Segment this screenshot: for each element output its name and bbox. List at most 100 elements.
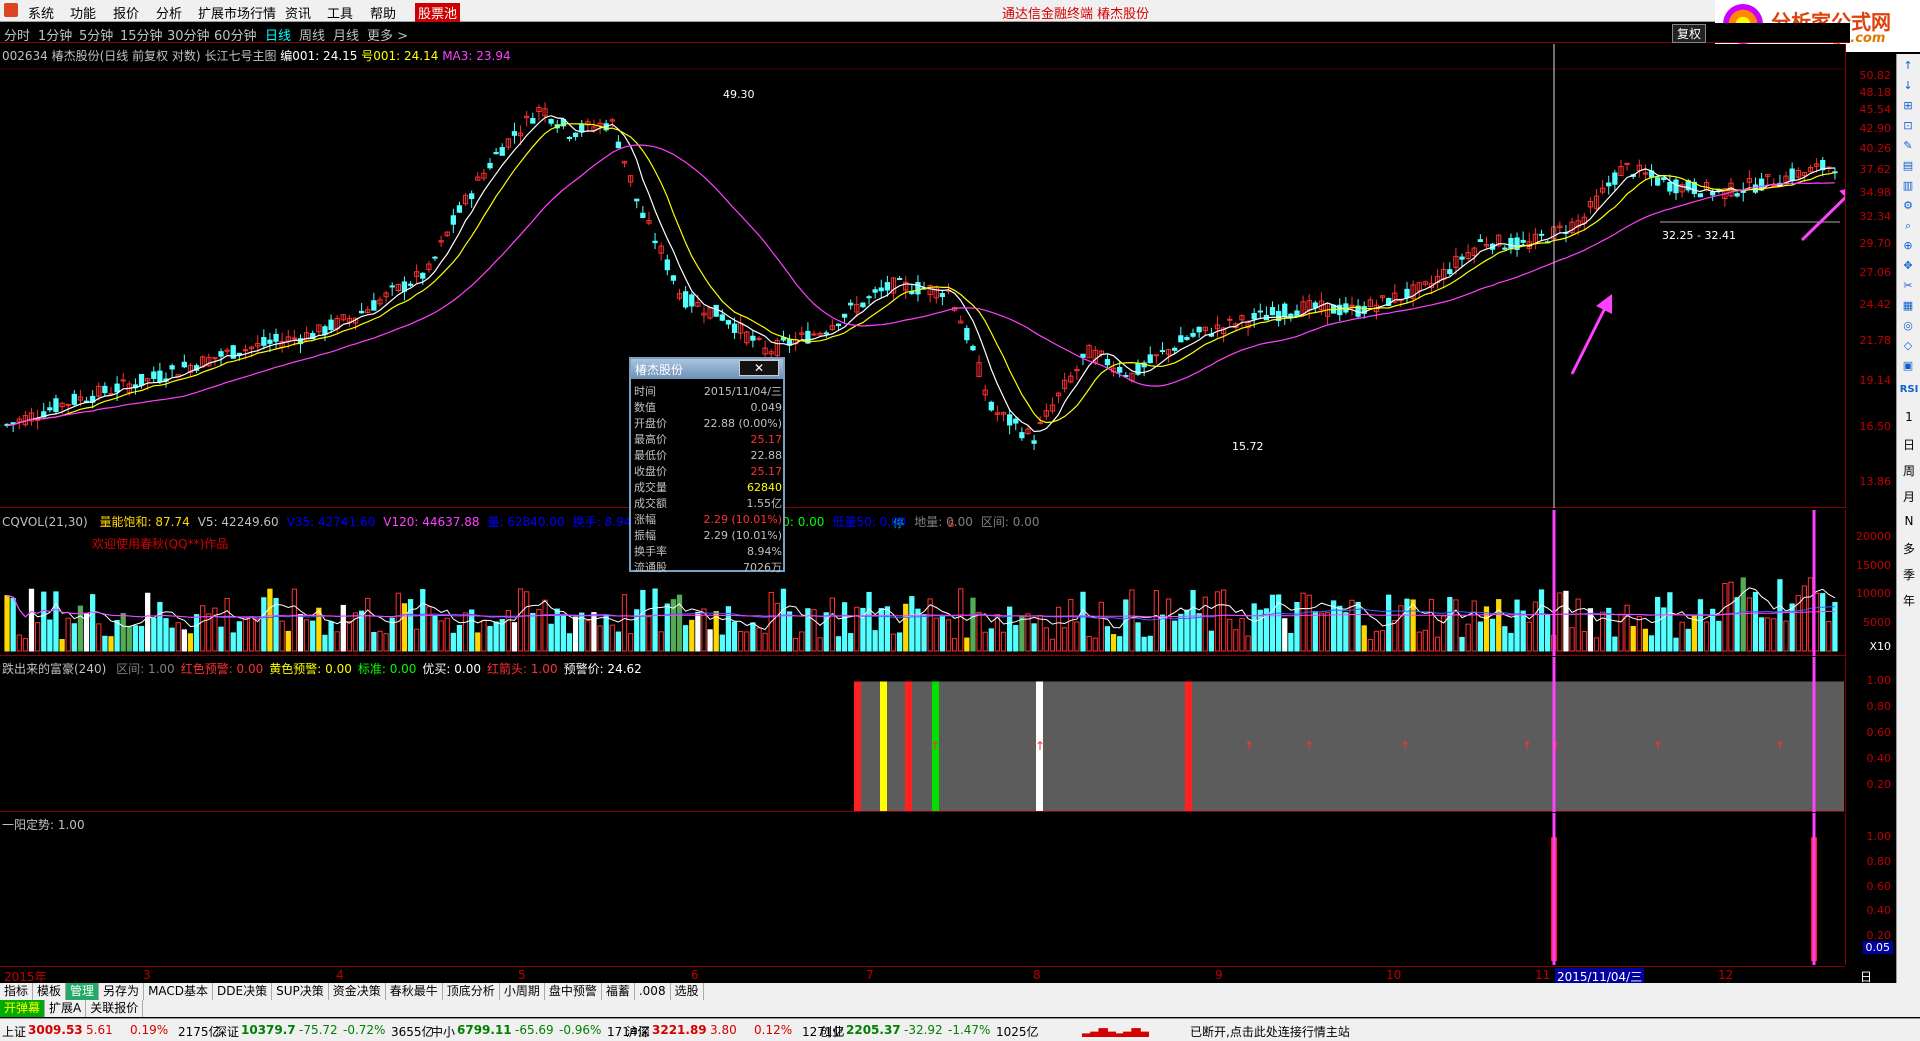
period-15min[interactable]: 15分钟 (120, 25, 163, 44)
price-axis-tick: 34.98 (1859, 185, 1892, 199)
menu-function[interactable]: 功能 (70, 3, 96, 22)
popup-row-value: 22.88 (750, 448, 783, 462)
popup-close-button[interactable]: ✕ (739, 360, 779, 376)
indicator-tab[interactable]: 福蓄 (602, 983, 635, 1000)
candle-body (157, 370, 163, 383)
candle-body (1538, 233, 1545, 236)
period-more[interactable]: 更多 > (367, 25, 408, 44)
volume-bar (273, 597, 279, 652)
period-daily[interactable]: 日线 (265, 25, 291, 44)
price-chart-pane[interactable]: 49.30 15.72 32.25 - 32.41 (0, 44, 1845, 508)
indicator-tab[interactable]: 春秋最牛 (386, 983, 443, 1000)
period-60min[interactable]: 60分钟 (214, 25, 257, 44)
volume-bar (1422, 629, 1428, 652)
toolbar-label-7[interactable]: 季 (1899, 566, 1919, 583)
search-icon[interactable]: ⌕ (1900, 218, 1916, 234)
toolbar-label-4[interactable]: 月 (1899, 488, 1919, 505)
menu-news[interactable]: 资讯 (285, 3, 311, 22)
volume-bar (1013, 625, 1019, 652)
table-icon[interactable]: ▦ (1900, 298, 1916, 314)
grid-icon[interactable]: ⊞ (1900, 98, 1916, 114)
plus-circle-icon[interactable]: ⊕ (1900, 238, 1916, 254)
toolbar-label-8[interactable]: 年 (1899, 592, 1919, 609)
candle-body (1294, 310, 1300, 317)
extra-tab[interactable]: 扩展A (45, 1000, 87, 1017)
candle-body (615, 141, 622, 149)
volume-bar (34, 622, 41, 652)
indicator-tab[interactable]: 盘中预警 (545, 983, 602, 1000)
candle-body (358, 310, 365, 314)
date-axis-label: 5 (518, 968, 526, 982)
period-1min[interactable]: 1分钟 (38, 25, 72, 44)
connection-message[interactable]: 已断开,点击此处连接行情主站 (1190, 1023, 1350, 1040)
menu-quote[interactable]: 报价 (113, 3, 139, 22)
indicator-tab[interactable]: 另存为 (99, 983, 145, 1000)
app-icon[interactable] (4, 3, 18, 17)
indicator-tab[interactable]: DDE决策 (213, 983, 273, 1000)
pen-icon[interactable]: ✎ (1900, 138, 1916, 154)
menu-help[interactable]: 帮助 (370, 3, 396, 22)
volume-field: V35: 42741.60 (286, 515, 376, 529)
arrow-down-icon[interactable]: ↓ (1900, 78, 1916, 94)
indicator-tab[interactable]: 选股 (671, 983, 704, 1000)
volume-bar (1062, 627, 1068, 652)
volume-bar (695, 612, 701, 652)
menu-stock-pool[interactable]: 股票池 (415, 3, 461, 22)
toolbar-label-0[interactable]: RSI (1899, 384, 1919, 395)
indicator-tab[interactable]: 顶底分析 (443, 983, 500, 1000)
yang-indicator-pane[interactable]: 一阳定势: 1.00 (0, 813, 1845, 965)
period-monthly[interactable]: 月线 (333, 25, 359, 44)
candle-body (1612, 172, 1618, 185)
volume-bar (652, 588, 658, 652)
target-icon[interactable]: ◎ (1900, 318, 1916, 334)
period-tick[interactable]: 分时 (4, 25, 30, 44)
list-icon[interactable]: ▤ (1900, 158, 1916, 174)
extra-tab[interactable]: 关联报价 (86, 1000, 144, 1017)
menu-extended-market[interactable]: 扩展市场行情 (198, 3, 276, 22)
fuquan-button[interactable]: 复权 (1672, 24, 1707, 43)
arrow-up-icon[interactable]: ↑ (1900, 58, 1916, 74)
rich-indicator-pane[interactable]: ↑ ↑ ↑ ↑ ↑ ↑ ↑ ↑ ↑ 跌出来的富豪(240) 区间: 1.00 红色预警: 0.00… (0, 657, 1845, 812)
extra-tab[interactable]: 开弹幕 (0, 1000, 46, 1017)
indicator-tab[interactable]: 小周期 (500, 983, 545, 1000)
data-popup-window[interactable]: 椿杰股份 ✕ 时间 2015/11/04/三 数值 0.049 开盘价 22.88 (0.… (629, 357, 785, 574)
scissors-icon[interactable]: ✂ (1900, 278, 1916, 294)
candle-body (866, 296, 872, 299)
indicator-tab[interactable]: 指标 (0, 983, 34, 1000)
volume-pane[interactable]: 停S CQVOL(21,30) 量能饱和: 87.74 V5: 42249.60 V… (0, 510, 1845, 656)
candle-body (1117, 366, 1123, 373)
indicator-tab[interactable]: SUP决策 (272, 983, 329, 1000)
candle-body (548, 119, 554, 124)
volume-bar (1080, 591, 1086, 652)
indicator-tab[interactable]: MACD基本 (144, 983, 214, 1000)
period-30min[interactable]: 30分钟 (167, 25, 210, 44)
popup-titlebar[interactable]: 椿杰股份 ✕ (631, 359, 783, 379)
candle-body (1710, 191, 1716, 196)
columns-icon[interactable]: ▥ (1900, 178, 1916, 194)
candle-body (1771, 184, 1777, 187)
toolbar-label-6[interactable]: 多 (1899, 540, 1919, 557)
gear-icon[interactable]: ⚙ (1900, 198, 1916, 214)
indicator-tab[interactable]: 管理 (66, 983, 100, 1000)
indicator-tab[interactable]: .008 (635, 983, 671, 1000)
toolbar-label-2[interactable]: 日 (1899, 436, 1919, 453)
signal-bar (905, 681, 912, 811)
period-weekly[interactable]: 周线 (299, 25, 325, 44)
candle-body (1477, 239, 1484, 242)
square-icon[interactable]: ▣ (1900, 358, 1916, 374)
box-icon[interactable]: ⊡ (1900, 118, 1916, 134)
volume-bar (1496, 599, 1502, 652)
menu-system[interactable]: 系统 (28, 3, 54, 22)
menu-tools[interactable]: 工具 (327, 3, 353, 22)
menu-analysis[interactable]: 分析 (156, 3, 182, 22)
toolbar-label-1[interactable]: 1 (1899, 410, 1919, 424)
volume-bar (603, 614, 609, 652)
move-icon[interactable]: ✥ (1900, 258, 1916, 274)
diamond-icon[interactable]: ◇ (1900, 338, 1916, 354)
indicator-tab[interactable]: 资金决策 (329, 983, 386, 1000)
volume-bar (1673, 637, 1679, 652)
toolbar-label-5[interactable]: N (1899, 514, 1919, 528)
period-5min[interactable]: 5分钟 (79, 25, 113, 44)
indicator-tab[interactable]: 模板 (33, 983, 67, 1000)
toolbar-label-3[interactable]: 周 (1899, 462, 1919, 479)
